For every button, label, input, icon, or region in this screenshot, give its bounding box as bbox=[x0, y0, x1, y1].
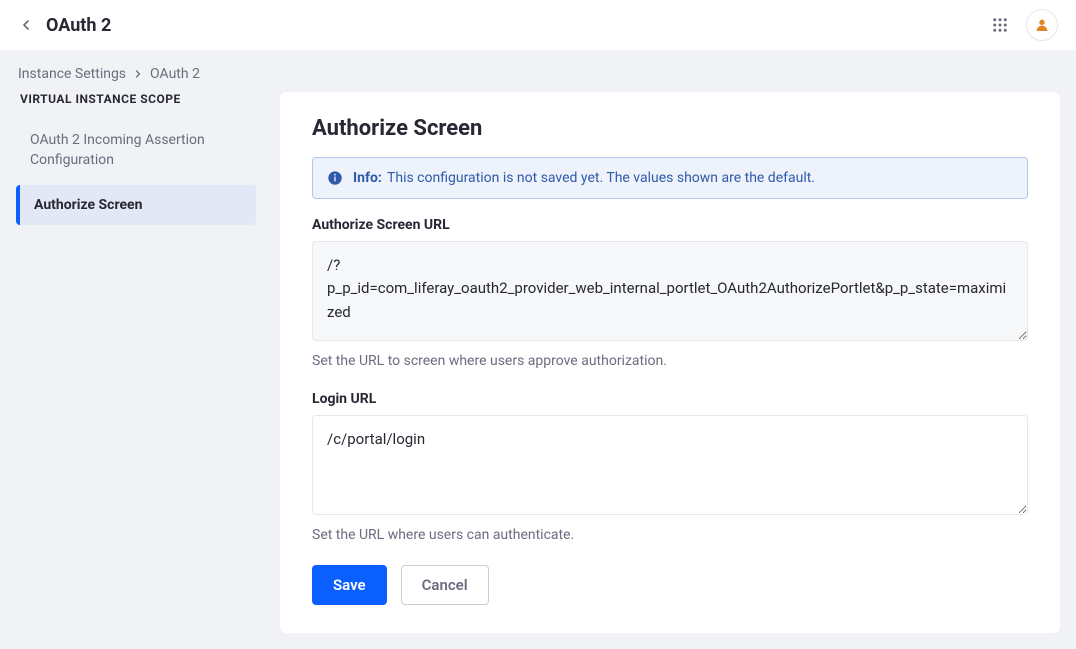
form-actions: Save Cancel bbox=[312, 565, 1028, 605]
header-left: OAuth 2 bbox=[18, 15, 111, 36]
login-url-help: Set the URL where users can authenticate… bbox=[312, 527, 1028, 543]
breadcrumb-link-instance-settings[interactable]: Instance Settings bbox=[18, 66, 126, 82]
sidebar-item-incoming-assertion[interactable]: OAuth 2 Incoming Assertion Configuration bbox=[16, 120, 256, 181]
info-icon bbox=[327, 170, 343, 186]
header-right bbox=[986, 9, 1058, 41]
field-login-url: Login URL Set the URL where users can au… bbox=[312, 391, 1028, 543]
info-alert: Info: This configuration is not saved ye… bbox=[312, 157, 1028, 199]
main-layout: VIRTUAL INSTANCE SCOPE OAuth 2 Incoming … bbox=[16, 92, 1060, 633]
chevron-right-icon bbox=[132, 68, 144, 80]
login-url-label: Login URL bbox=[312, 391, 1028, 407]
content-area: Instance Settings OAuth 2 VIRTUAL INSTAN… bbox=[0, 50, 1076, 649]
user-avatar-button[interactable] bbox=[1026, 9, 1058, 41]
authorize-url-input[interactable] bbox=[312, 241, 1028, 341]
breadcrumb: Instance Settings OAuth 2 bbox=[16, 66, 1060, 82]
authorize-url-help: Set the URL to screen where users approv… bbox=[312, 353, 1028, 369]
save-button[interactable]: Save bbox=[312, 565, 387, 605]
alert-prefix: Info: bbox=[353, 170, 382, 186]
sidebar-item-authorize-screen[interactable]: Authorize Screen bbox=[16, 185, 256, 225]
page-header: OAuth 2 bbox=[0, 0, 1076, 50]
alert-message: This configuration is not saved yet. The… bbox=[387, 170, 815, 186]
page-title: OAuth 2 bbox=[46, 15, 111, 36]
back-button[interactable] bbox=[18, 17, 34, 33]
authorize-url-label: Authorize Screen URL bbox=[312, 217, 1028, 233]
main-panel: Authorize Screen Info: This configuratio… bbox=[280, 92, 1060, 633]
login-url-input[interactable] bbox=[312, 415, 1028, 515]
panel-title: Authorize Screen bbox=[312, 116, 1028, 141]
breadcrumb-current: OAuth 2 bbox=[150, 66, 200, 82]
alert-text: Info: This configuration is not saved ye… bbox=[353, 170, 815, 186]
apps-grid-icon[interactable] bbox=[986, 11, 1014, 39]
field-authorize-url: Authorize Screen URL Set the URL to scre… bbox=[312, 217, 1028, 369]
cancel-button[interactable]: Cancel bbox=[401, 565, 489, 605]
sidebar: VIRTUAL INSTANCE SCOPE OAuth 2 Incoming … bbox=[16, 92, 256, 229]
sidebar-section-label: VIRTUAL INSTANCE SCOPE bbox=[16, 92, 256, 106]
